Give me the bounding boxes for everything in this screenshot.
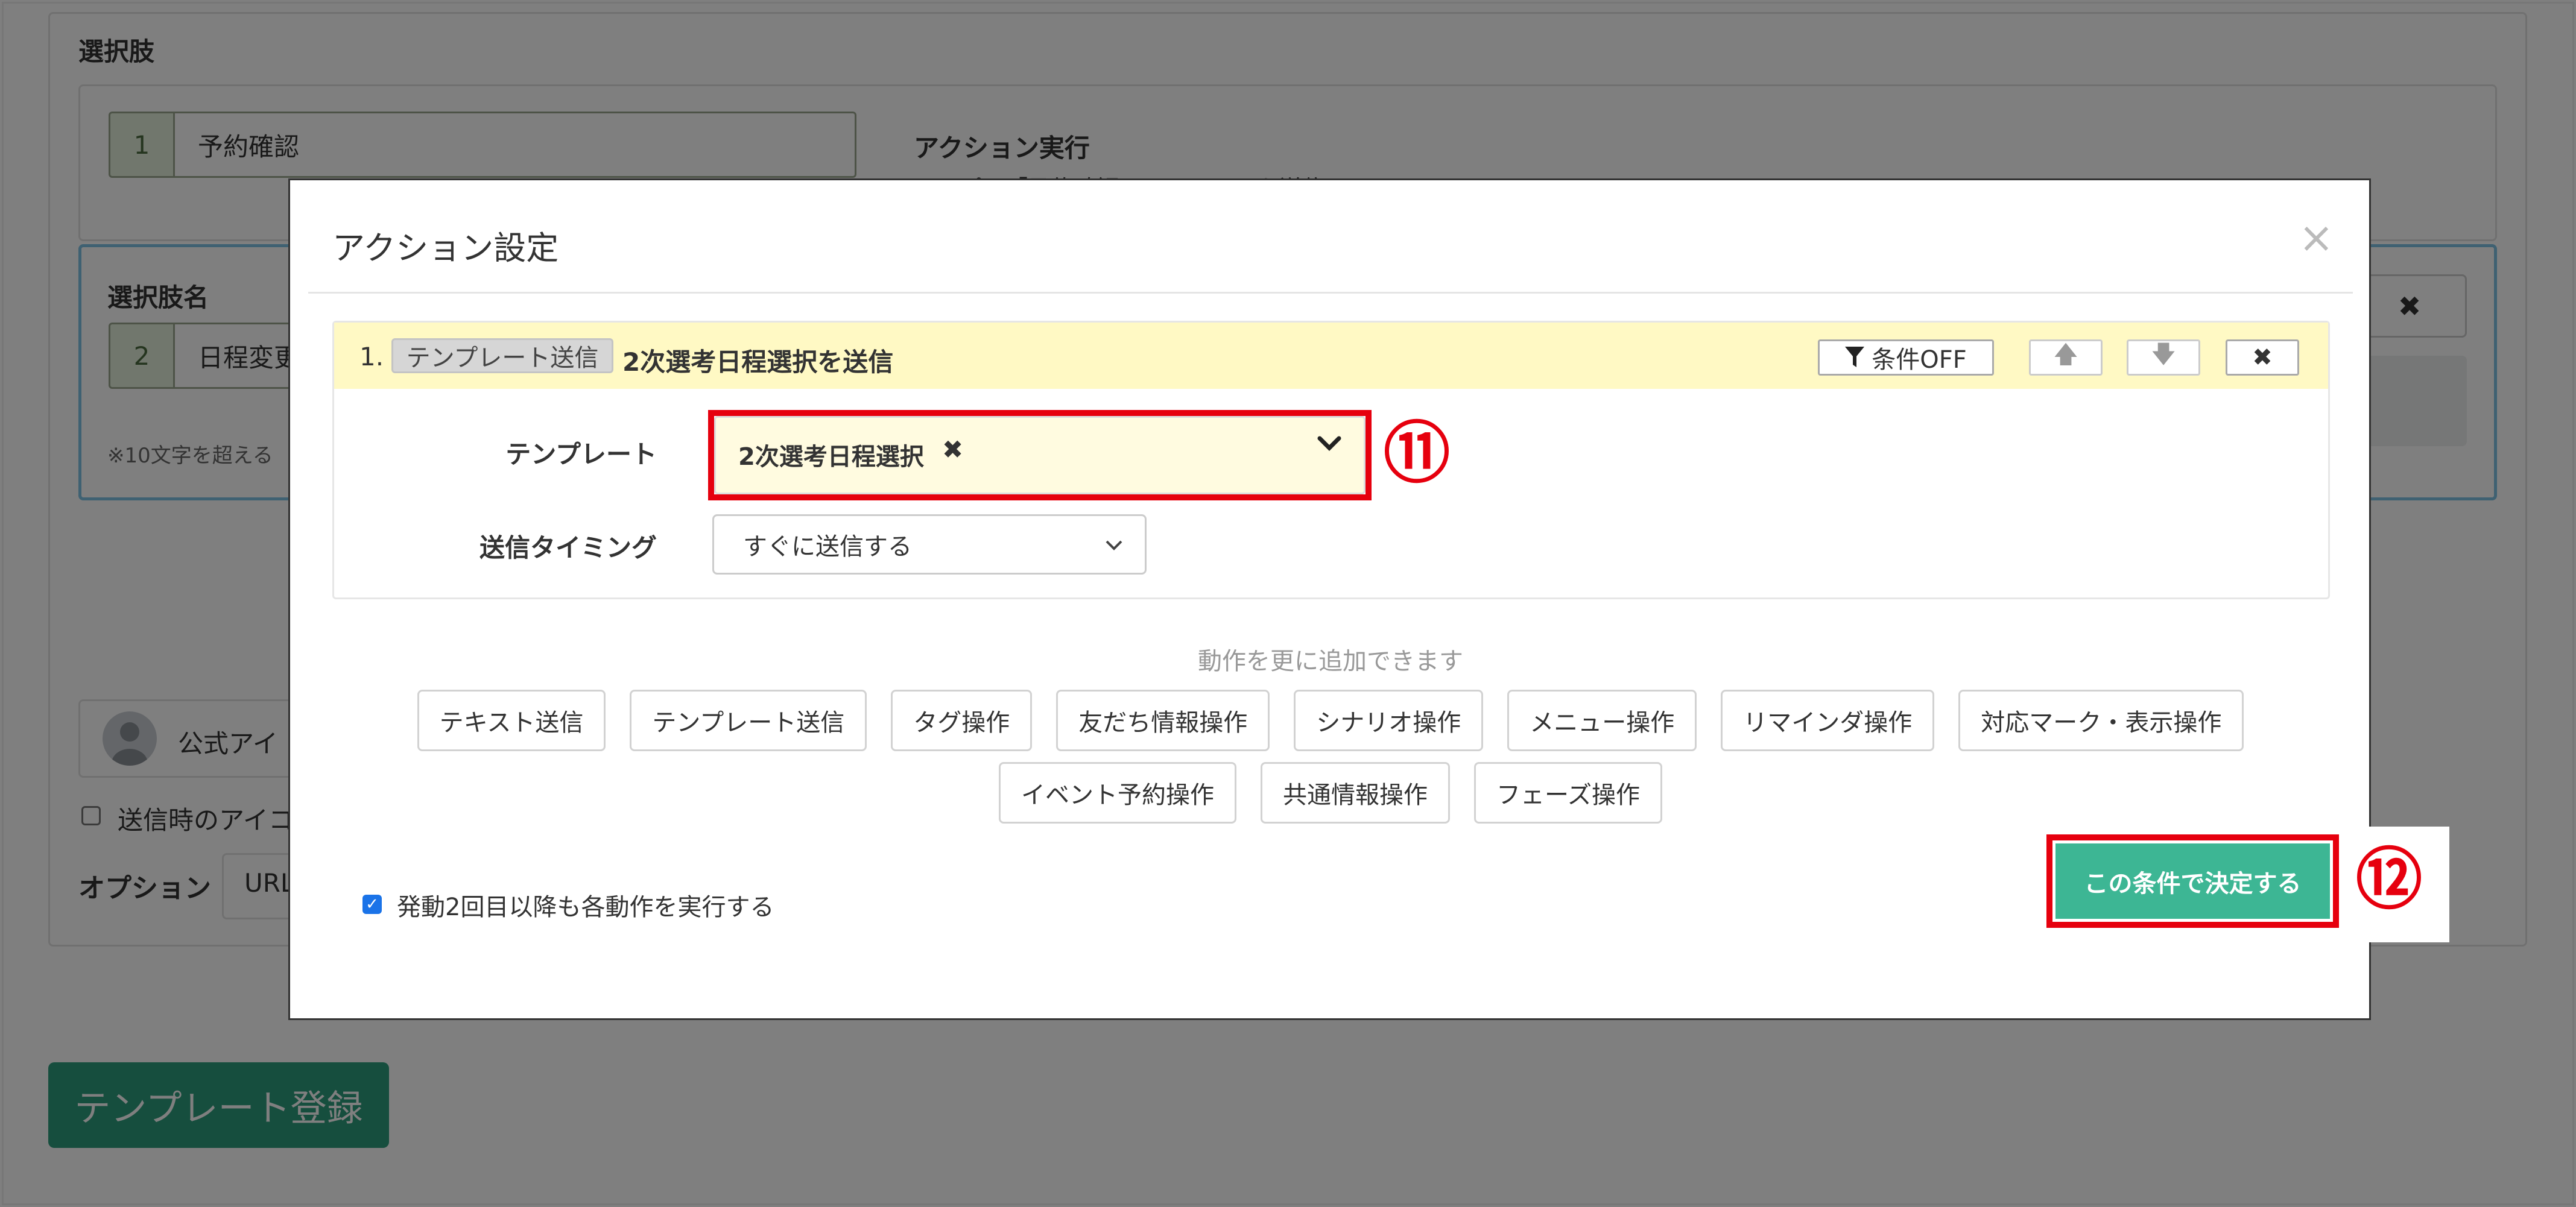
arrow-up-icon: 🡅 (2053, 341, 2078, 368)
add-action-button[interactable]: 対応マーク・表示操作 (1958, 690, 2244, 751)
arrow-down-icon: 🡇 (2151, 341, 2176, 368)
add-action-button[interactable]: シナリオ操作 (1294, 690, 1484, 751)
delete-action-button[interactable]: ✖ (2226, 339, 2299, 376)
condition-off-label: 条件OFF (1872, 346, 1967, 374)
modal-title: アクション設定 (332, 229, 559, 267)
condition-off-button[interactable]: 条件OFF (1818, 339, 1994, 376)
close-icon: ✖ (2252, 344, 2273, 371)
annotation-12: ⑫ (2356, 841, 2422, 918)
modal-divider (308, 292, 2353, 294)
add-action-hint: 動作を更に追加できます (1198, 648, 1463, 675)
add-action-button[interactable]: リマインダ操作 (1721, 690, 1935, 751)
action-card: 1. テンプレート送信 2次選考日程選択を送信 条件OFF 🡅 🡇 ✖ テンプレ… (332, 321, 2330, 599)
move-up-button[interactable]: 🡅 (2029, 339, 2103, 376)
action-type-buttons-row1: テキスト送信 テンプレート送信 タグ操作 友だち情報操作 シナリオ操作 メニュー操作 リマイ… (290, 690, 2371, 751)
add-action-button[interactable]: イベント予約操作 (999, 762, 1236, 824)
add-action-button[interactable]: 友だち情報操作 (1056, 690, 1270, 751)
action-index: 1. (359, 342, 384, 371)
add-action-button[interactable]: テンプレート送信 (630, 690, 867, 751)
action-name: 2次選考日程選択を送信 (622, 347, 894, 377)
add-action-button[interactable]: メニュー操作 (1507, 690, 1697, 751)
timing-select[interactable]: すぐに送信する (712, 514, 1147, 575)
action-type-buttons-row2: イベント予約操作 共通情報操作 フェーズ操作 (290, 762, 2371, 824)
annotation-11: ⑪ (1384, 415, 1450, 492)
filter-icon (1845, 347, 1865, 367)
action-settings-modal: アクション設定 × 1. テンプレート送信 2次選考日程選択を送信 条件OFF … (288, 178, 2449, 1020)
add-action-button[interactable]: 共通情報操作 (1261, 762, 1450, 824)
template-selected-value: 2次選考日程選択 (738, 443, 924, 471)
add-action-button[interactable]: タグ操作 (891, 690, 1033, 751)
timing-label: 送信タイミング (479, 533, 657, 563)
add-action-button[interactable]: テキスト送信 (417, 690, 606, 751)
move-down-button[interactable]: 🡇 (2127, 339, 2200, 376)
chevron-down-icon[interactable] (1317, 436, 1341, 455)
repeat-checkbox-label: 発動2回目以降も各動作を実行する (397, 893, 774, 921)
action-type-tag: テンプレート送信 (391, 338, 613, 373)
close-icon[interactable]: × (2299, 216, 2334, 259)
timing-select-value: すぐに送信する (743, 533, 912, 561)
chevron-down-icon (1105, 540, 1123, 554)
clear-selection-icon[interactable]: ✖ (942, 435, 963, 464)
add-action-button[interactable]: フェーズ操作 (1474, 762, 1662, 824)
repeat-checkbox[interactable]: ✓ (362, 895, 382, 914)
highlight-box-12 (2046, 834, 2339, 928)
template-label: テンプレート (505, 440, 657, 469)
